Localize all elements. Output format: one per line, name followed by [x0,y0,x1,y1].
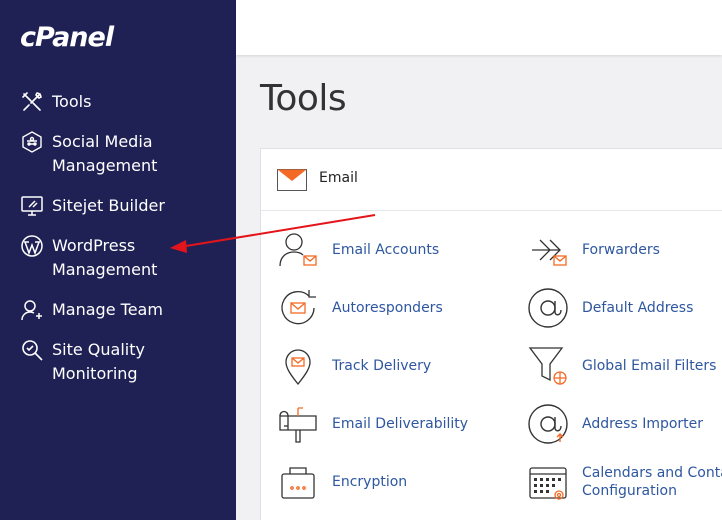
manage-team-icon [20,298,44,322]
tool-encryption[interactable]: Encryption [276,460,407,504]
sidebar-item-label: WordPress Management [52,236,158,279]
tool-label-line1: Calendars and Contacts [582,465,722,481]
site-quality-icon [20,338,44,362]
email-accounts-icon [276,228,320,272]
tool-default-address[interactable]: Default Address [526,286,693,330]
tool-label: Email Accounts [332,242,440,258]
tool-email-deliverability[interactable]: Email Deliverability [276,402,468,446]
tool-label: Default Address [582,300,694,316]
tool-label: Track Delivery [332,358,432,374]
tool-label: Calendars and Contacts Configuration [582,464,722,500]
top-bar [236,0,722,55]
tool-global-email-filters[interactable]: Global Email Filters [526,344,716,388]
tool-track-delivery[interactable]: Track Delivery [276,344,431,388]
page-title: Tools [260,78,347,119]
sidebar-item-social-media[interactable]: Social Media Management [20,130,202,178]
address-importer-icon [526,402,570,446]
sidebar-item-manage-team[interactable]: Manage Team [20,298,202,322]
calendars-contacts-icon [526,460,570,504]
email-envelope-icon [277,169,307,195]
forwarders-icon [526,228,570,272]
tool-email-accounts[interactable]: Email Accounts [276,228,439,272]
sidebar-item-label: Sitejet Builder [52,196,165,215]
autoresponders-icon [276,286,320,330]
social-media-icon [20,130,44,154]
email-deliverability-icon [276,402,320,446]
tool-autoresponders[interactable]: Autoresponders [276,286,443,330]
sidebar-item-label: Tools [52,92,92,111]
sidebar-item-wordpress[interactable]: WordPress Management [20,234,202,282]
email-panel-title: Email [319,170,358,186]
sidebar-item-label: Site Quality Monitoring [52,340,145,383]
default-address-icon [526,286,570,330]
tool-label: Encryption [332,474,408,490]
cpanel-logo[interactable]: cPanel [20,22,114,53]
tool-label: Forwarders [582,242,660,258]
tool-label: Global Email Filters [582,358,717,374]
sidebar-item-label: Manage Team [52,300,163,319]
tool-label: Autoresponders [332,300,443,316]
tool-calendars-contacts[interactable]: Calendars and Contacts Configuration [526,460,722,504]
tool-address-importer[interactable]: Address Importer [526,402,703,446]
sidebar: cPanel Tools Social Media Management Sit… [0,0,236,520]
global-email-filters-icon [526,344,570,388]
email-panel-header[interactable]: Email [261,149,722,211]
tool-label: Address Importer [582,416,704,432]
tool-label: Email Deliverability [332,416,469,432]
tool-forwarders[interactable]: Forwarders [526,228,660,272]
tools-icon [20,90,44,114]
sidebar-item-label: Social Media Management [52,132,158,175]
sidebar-item-tools[interactable]: Tools [20,90,202,114]
encryption-icon [276,460,320,504]
track-delivery-icon [276,344,320,388]
sitejet-icon [20,194,44,218]
sidebar-item-sitejet[interactable]: Sitejet Builder [20,194,202,218]
tool-label-line2: Configuration [582,483,677,499]
sidebar-item-site-quality[interactable]: Site Quality Monitoring [20,338,202,386]
wordpress-icon [20,234,44,258]
